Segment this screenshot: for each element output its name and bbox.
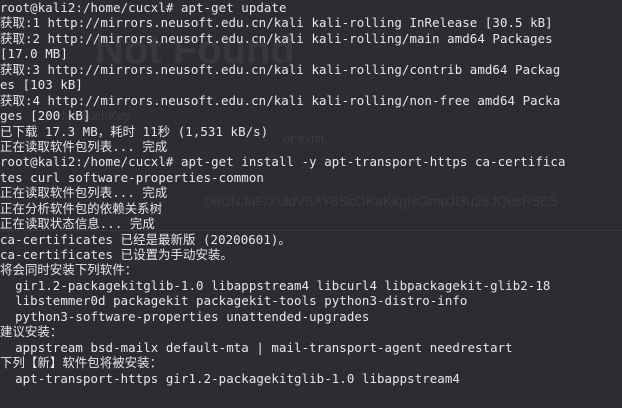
terminal-line: ca-certificates 已经是最新版 (20200601)。 [0,231,291,247]
terminal-line: python3-software-properties unattended-u… [0,308,370,324]
terminal-line: 下列【新】软件包将被安装： [0,355,163,371]
terminal-line: 获取:4 http://mirrors.neusoft.edu.cn/kali … [0,92,561,108]
terminal-line: 正在读取软件包列表... 完成 [0,138,168,154]
terminal-line: gir1.2-packagekitglib-1.0 libappstream4 … [0,277,551,293]
terminal-line: es [103 kB] [0,77,83,93]
terminal-line: 正在读取状态信息... 完成 [0,216,155,232]
terminal-output[interactable]: root@kali2:/home/cucxl# apt-get update 获… [0,0,622,386]
terminal-line: 建议安装： [0,324,63,340]
terminal-line: 正在读取软件包列表... 完成 [0,185,168,201]
terminal-line: libstemmer0d packagekit packagekit-tools… [0,293,468,309]
terminal-line: [17.0 MB] [0,46,68,62]
terminal-window[interactable]: Not Found NoSuchKey ot exist. 06UNJuF/Xu… [0,0,622,408]
terminal-line: root@kali2:/home/cucxl# apt-get update [0,0,287,15]
terminal-line: apt-transport-https gir1.2-packagekitgli… [0,370,460,386]
terminal-line: 获取:3 http://mirrors.neusoft.edu.cn/kali … [0,61,561,77]
terminal-line: root@kali2:/home/cucxl# apt-get install … [0,154,566,170]
terminal-line: 正在分析软件包的依赖关系树 [0,200,163,216]
terminal-line: 已下载 17.3 MB，耗时 11秒 (1,531 kB/s) [0,123,269,139]
terminal-line: ges [200 kB] [0,108,91,124]
terminal-line: tes curl software-properties-common [0,169,264,185]
terminal-line: ca-certificates 已设置为手动安装。 [0,247,233,262]
terminal-line: 获取:1 http://mirrors.neusoft.edu.cn/kali … [0,15,553,31]
terminal-line: 获取:2 http://mirrors.neusoft.edu.cn/kali … [0,30,553,46]
terminal-line: appstream bsd-mailx default-mta | mail-t… [0,339,513,355]
terminal-line: 将会同时安装下列软件： [0,262,138,278]
